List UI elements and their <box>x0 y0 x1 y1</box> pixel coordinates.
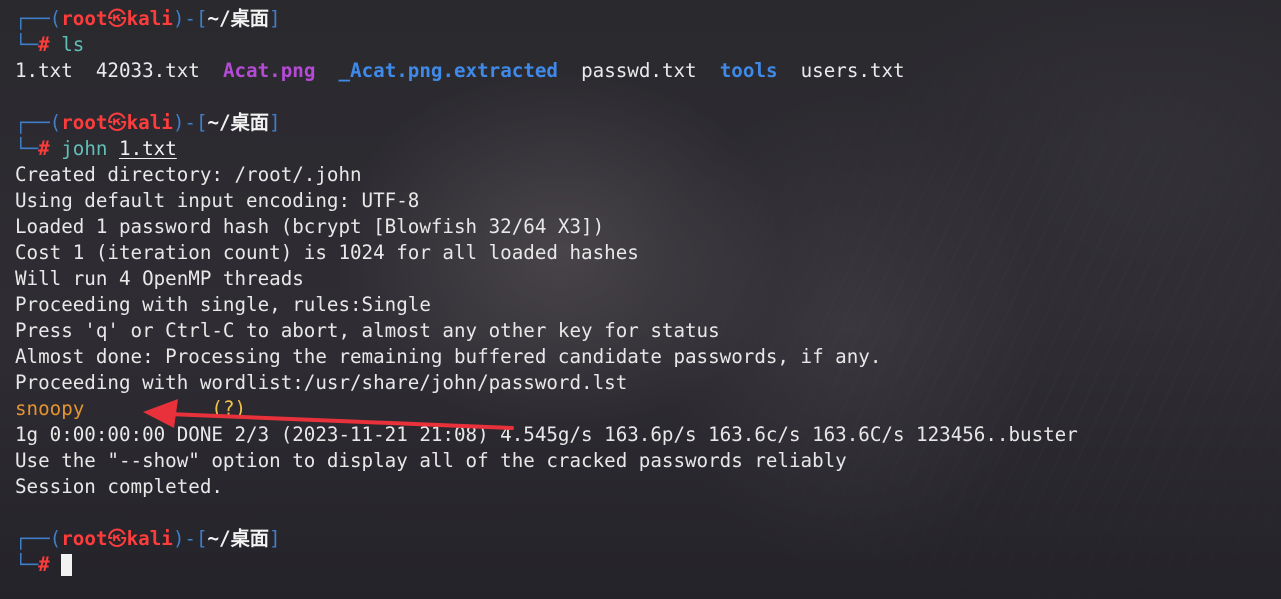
skull-icon: ㉿ <box>107 111 127 134</box>
skull-icon: ㉿ <box>107 7 127 30</box>
command-ls: ls <box>61 33 85 56</box>
command-john: john <box>61 137 108 160</box>
prompt-host: kali <box>126 7 173 30</box>
prompt-symbol: # <box>38 553 50 576</box>
ls-entry-file: users.txt <box>800 59 905 82</box>
prompt-user: root <box>61 111 108 134</box>
output-line: Almost done: Processing the remaining bu… <box>15 345 882 368</box>
output-line: Proceeding with wordlist:/usr/share/john… <box>15 371 628 394</box>
ls-entry-file: 42033.txt <box>95 59 200 82</box>
prompt-host: kali <box>126 527 173 550</box>
prompt-symbol: # <box>38 33 50 56</box>
ls-entry-image: Acat.png <box>222 59 316 82</box>
ls-output: 1.txt 42033.txt Acat.png _Acat.png.extra… <box>15 58 1265 84</box>
output-line: Cost 1 (iteration count) is 1024 for all… <box>15 241 639 264</box>
prompt-cwd: ~/桌面 <box>207 527 269 550</box>
prompt-line-bottom: └─# john 1.txt <box>15 137 177 160</box>
prompt-cwd: ~/桌面 <box>207 7 269 30</box>
ls-entry-directory: _Acat.png.extracted <box>338 59 558 82</box>
output-line: 1g 0:00:00:00 DONE 2/3 (2023-11-21 21:08… <box>15 423 1078 446</box>
cracked-user-label: (?) <box>211 397 247 420</box>
prompt-cwd: ~/桌面 <box>207 111 269 134</box>
ls-entry-file: passwd.txt <box>581 59 697 82</box>
skull-icon: ㉿ <box>107 527 127 550</box>
output-line: Use the "--show" option to display all o… <box>15 449 847 472</box>
prompt-symbol: # <box>38 137 50 160</box>
prompt-line-bottom[interactable]: └─# <box>15 552 1265 578</box>
output-line: Loaded 1 password hash (bcrypt [Blowfish… <box>15 215 605 238</box>
prompt-line-top: ┌──(root㉿kali)-[~/桌面] <box>15 111 281 134</box>
prompt-user: root <box>61 7 108 30</box>
output-line: Using default input encoding: UTF-8 <box>15 189 420 212</box>
prompt-line-bottom: └─# ls <box>15 33 85 56</box>
output-line: Created directory: /root/.john <box>15 163 362 186</box>
output-line: Session completed. <box>15 475 223 498</box>
output-line: Proceeding with single, rules:Single <box>15 293 431 316</box>
ls-entry-directory: tools <box>719 59 778 82</box>
text-cursor[interactable] <box>61 554 73 576</box>
ls-entry-file: 1.txt <box>15 59 73 82</box>
terminal-output[interactable]: ┌──(root㉿kali)-[~/桌面] └─# ls 1.txt 42033… <box>15 6 1265 578</box>
command-argument: 1.txt <box>119 137 177 160</box>
output-line: Press 'q' or Ctrl-C to abort, almost any… <box>15 319 720 342</box>
cracked-line: snoopy (?) <box>15 396 1265 422</box>
prompt-user: root <box>61 527 108 550</box>
prompt-line-top: ┌──(root㉿kali)-[~/桌面] <box>15 7 281 30</box>
output-line: Will run 4 OpenMP threads <box>15 267 304 290</box>
prompt-host: kali <box>126 111 173 134</box>
prompt-line-top: ┌──(root㉿kali)-[~/桌面] <box>15 527 281 550</box>
cracked-password: snoopy <box>15 397 85 420</box>
